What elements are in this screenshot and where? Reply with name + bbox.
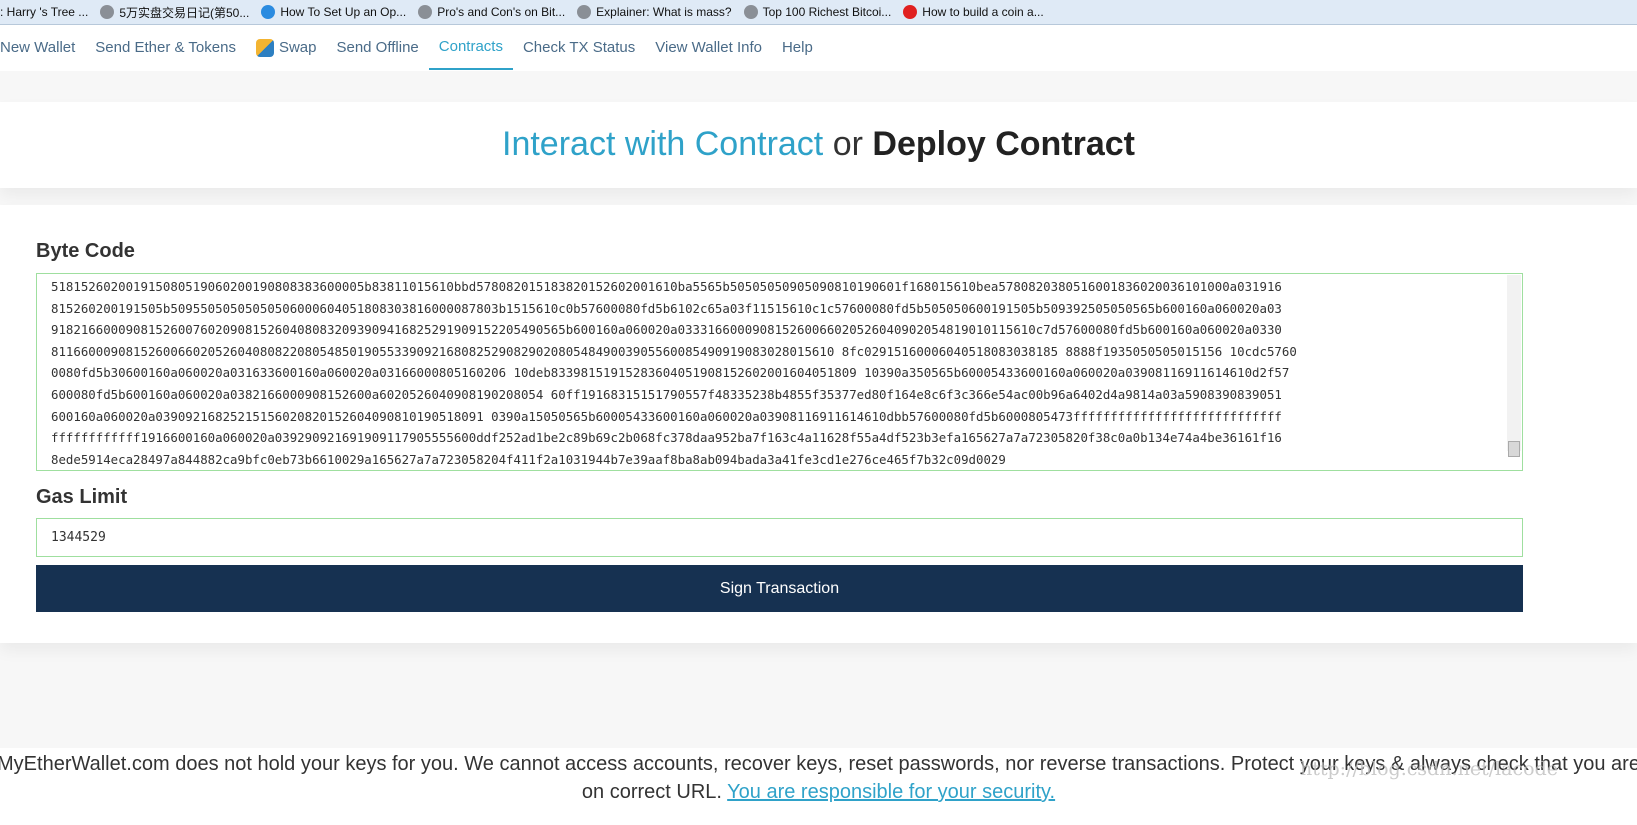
bookmark-label: Explainer: What is mass? — [596, 5, 732, 19]
deploy-panel: Byte Code 518152602001915080519060200190… — [0, 205, 1637, 643]
bytecode-line: 0080fd5b30600160a060020a031633600160a060… — [51, 365, 1290, 381]
watermark: http://blog.csdn.net/lacode — [1300, 758, 1558, 780]
page-title: Interact with Contract or Deploy Contrac… — [0, 102, 1637, 188]
bookmark-label: How To Set Up an Op... — [280, 5, 407, 19]
nav-send-offline[interactable]: Send Offline — [326, 25, 428, 70]
bytecode-line: 9182166000908152600760209081526040808320… — [51, 322, 1282, 338]
bytecode-line: 8116600090815260066020526040808220805485… — [51, 343, 1297, 359]
globe-icon — [577, 5, 592, 19]
refresh-icon — [261, 5, 276, 19]
scrollbar[interactable] — [1507, 275, 1521, 457]
globe-icon — [418, 5, 433, 19]
bytecode-line: 600160a060020a03909216825215156020820152… — [51, 408, 1282, 424]
bookmark[interactable]: Explainer: What is mass? — [577, 5, 732, 19]
gas-limit-input[interactable]: 1344529 — [36, 518, 1523, 557]
bookmark[interactable]: Pro's and Con's on Bit... — [418, 5, 565, 19]
nav-swap[interactable]: Swap — [246, 25, 327, 70]
nav-swap-label: Swap — [278, 38, 317, 56]
interact-contract-link[interactable]: Interact with Contract — [502, 125, 823, 163]
bytecode-line: 815260200191505b509550505050505060006040… — [51, 300, 1282, 316]
main-nav: New Wallet Send Ether & Tokens Swap Send… — [0, 25, 1637, 71]
bookmark[interactable]: How To Set Up an Op... — [261, 5, 406, 19]
nav-view-wallet[interactable]: View Wallet Info — [645, 25, 772, 70]
nav-check-tx[interactable]: Check TX Status — [513, 25, 645, 70]
nav-help[interactable]: Help — [772, 25, 823, 70]
globe-icon — [100, 5, 115, 19]
bookmark[interactable]: Top 100 Richest Bitcoi... — [743, 5, 892, 19]
nav-send-ether[interactable]: Send Ether & Tokens — [85, 25, 246, 70]
bookmark-label: How to build a coin a... — [922, 5, 1044, 19]
bytecode-line: 5181526020019150805190602001908083836000… — [51, 279, 1282, 294]
gas-limit-label: Gas Limit — [36, 486, 128, 508]
csdn-icon — [903, 5, 918, 19]
bookmark[interactable]: 5万实盘交易日记(第50... — [100, 4, 249, 21]
bookmark-label: 5万实盘交易日记(第50... — [119, 5, 250, 20]
bookmarks-bar: : Harry 's Tree ... 5万实盘交易日记(第50... How … — [0, 0, 1637, 25]
bytecode-line: 600080fd5b600160a060020a0382166000908152… — [51, 386, 1282, 402]
title-or: or — [832, 125, 863, 163]
globe-icon — [743, 5, 758, 19]
security-link[interactable]: You are responsible for your security. — [727, 781, 1055, 803]
bytecode-textarea[interactable]: 5181526020019150805190602001908083836000… — [36, 273, 1523, 471]
bookmark-label: Pro's and Con's on Bit... — [437, 5, 566, 19]
bytecode-label: Byte Code — [36, 240, 135, 262]
sign-transaction-button[interactable]: Sign Transaction — [36, 565, 1523, 612]
bookmark[interactable]: How to build a coin a... — [903, 5, 1044, 19]
nav-contracts[interactable]: Contracts — [428, 25, 513, 70]
bookmark-label: Top 100 Richest Bitcoi... — [762, 5, 892, 19]
bytecode-line: ffffffffffff1916600160a060020a0392909216… — [51, 430, 1282, 446]
deploy-contract-title: Deploy Contract — [872, 125, 1135, 163]
bytecode-line: 8ede5914eca28497a844882ca9bfc0eb73b66100… — [51, 451, 1006, 467]
swap-icon — [255, 38, 274, 57]
bookmark[interactable]: : Harry 's Tree ... — [0, 5, 88, 19]
bookmark-label: : Harry 's Tree ... — [0, 5, 89, 19]
scrollbar-thumb[interactable] — [1508, 441, 1520, 457]
nav-new-wallet[interactable]: New Wallet — [0, 25, 85, 70]
